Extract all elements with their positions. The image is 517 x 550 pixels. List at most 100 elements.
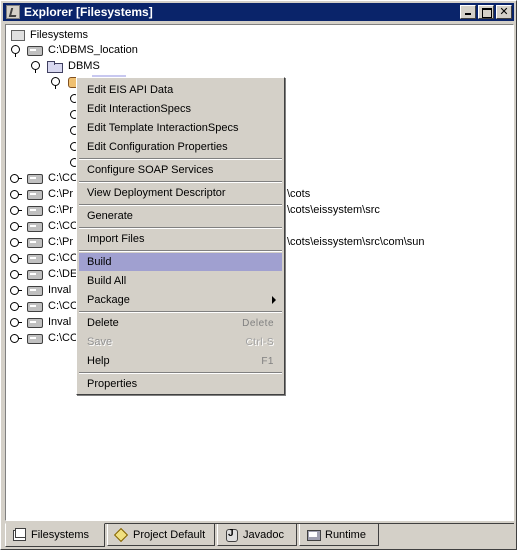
expand-handle[interactable] [10, 268, 22, 280]
menu-item-label: Delete [87, 317, 119, 329]
tree-node-filesystem[interactable]: C:\Pr [10, 186, 73, 202]
filesystem-icon [26, 301, 44, 312]
tab-label: Project Default [133, 528, 206, 541]
tree-node-dbms[interactable]: DBMS [30, 58, 100, 74]
tree-node-label: DBMS [68, 60, 100, 72]
tab-javadoc[interactable]: Javadoc [217, 524, 297, 546]
menu-item-view-deployment-descriptor[interactable]: View Deployment Descriptor [79, 184, 282, 202]
tree-node-filesystem[interactable]: Inval [10, 282, 71, 298]
expand-handle[interactable] [50, 76, 62, 89]
path-suffix-text: \cots [287, 188, 311, 200]
expand-handle[interactable] [10, 220, 22, 232]
filesystem-icon [26, 45, 44, 56]
filesystem-icon [26, 189, 44, 200]
tree-node-label: C:\CO [48, 332, 79, 344]
tree-node-filesystem[interactable]: Inval [10, 314, 71, 330]
maximize-button[interactable] [478, 5, 494, 19]
menu-separator [79, 250, 282, 252]
expand-handle[interactable] [30, 60, 42, 73]
expand-handle[interactable] [10, 284, 22, 296]
expand-handle[interactable] [10, 252, 22, 264]
menu-item-label: Save [87, 336, 113, 348]
tree-node-path-suffix: \cots\eissystem\src [287, 202, 380, 218]
expand-handle[interactable] [10, 44, 22, 57]
tree-node-filesystem[interactable]: C:\DE [10, 266, 77, 282]
menu-item-import-files[interactable]: Import Files [79, 230, 282, 248]
tree-node-filesystem[interactable]: C:\Pr [10, 234, 73, 250]
tree-node-label: Inval [48, 284, 72, 296]
menu-item-properties[interactable]: Properties [79, 375, 282, 393]
filesystem-icon [26, 269, 44, 280]
menu-item-edit-template-interactionspecs[interactable]: Edit Template InteractionSpecs [79, 119, 282, 137]
tab-filesystems[interactable]: Filesystems [5, 523, 105, 547]
expand-handle[interactable] [10, 172, 22, 184]
menu-item-package[interactable]: Package [79, 291, 282, 309]
menu-item-generate[interactable]: Generate [79, 207, 282, 225]
close-button[interactable]: ✕ [496, 5, 512, 19]
menu-item-label: Build All [87, 275, 127, 287]
project-icon [114, 528, 128, 542]
tree-node-label: Inval [48, 316, 72, 328]
tab-runtime[interactable]: Runtime [299, 524, 379, 546]
menu-item-delete[interactable]: Delete Delete [79, 314, 282, 332]
explorer-app-icon [6, 5, 20, 19]
filesystem-icon [26, 221, 44, 232]
menu-item-label: Edit EIS API Data [87, 84, 174, 96]
tree-node-dbms-location[interactable]: C:\DBMS_location [10, 42, 138, 58]
menu-item-label: Import Files [87, 233, 145, 245]
menu-item-label: Package [87, 294, 130, 306]
menu-item-label: Build [87, 256, 112, 268]
menu-item-label: Edit Configuration Properties [87, 141, 228, 153]
tree-node-filesystem[interactable]: C:\Pr [10, 202, 73, 218]
tree-node-filesystem[interactable]: C:\CO [10, 218, 79, 234]
javadoc-icon [224, 528, 238, 542]
menu-item-shortcut: Delete [242, 317, 274, 329]
expand-handle[interactable] [10, 188, 22, 200]
menu-item-label: Edit InteractionSpecs [87, 103, 191, 115]
explorer-tabs: Filesystems Project Default Javadoc Runt… [5, 523, 514, 547]
context-menu: Edit EIS API Data Edit InteractionSpecs … [76, 77, 285, 395]
tree-node-label: C:\CO [48, 252, 79, 264]
filesystem-icon [26, 285, 44, 296]
tree-node-filesystem[interactable]: C:\CO [10, 170, 79, 186]
filesystem-icon [26, 173, 44, 184]
tree-node-filesystem[interactable]: C:\CO [10, 298, 79, 314]
filesystem-icon [26, 237, 44, 248]
filesystem-icon [26, 205, 44, 216]
path-suffix-text: \cots\eissystem\src\com\sun [287, 236, 425, 248]
menu-item-shortcut: F1 [261, 355, 274, 367]
menu-separator [79, 227, 282, 229]
minimize-button[interactable] [460, 5, 476, 19]
expand-handle[interactable] [10, 300, 22, 312]
menu-separator [79, 372, 282, 374]
tab-label: Javadoc [243, 528, 284, 541]
menu-item-edit-interactionspecs[interactable]: Edit InteractionSpecs [79, 100, 282, 118]
tab-project-default[interactable]: Project Default [107, 524, 215, 546]
expand-handle[interactable] [10, 236, 22, 248]
tree-node-label: C:\Pr [48, 188, 74, 200]
menu-item-build-all[interactable]: Build All [79, 272, 282, 290]
menu-item-build[interactable]: Build [79, 253, 282, 271]
expand-handle[interactable] [10, 332, 22, 344]
tree-node-filesystem[interactable]: C:\CO [10, 330, 79, 346]
path-suffix-text: \cots\eissystem\src [287, 204, 380, 216]
menu-item-label: Edit Template InteractionSpecs [87, 122, 239, 134]
tree-root[interactable]: Filesystems [10, 27, 88, 43]
tree-node-label: C:\Pr [48, 204, 74, 216]
menu-item-edit-eis-api-data[interactable]: Edit EIS API Data [79, 81, 282, 99]
filesystem-icon [26, 333, 44, 344]
tab-label: Filesystems [31, 529, 90, 541]
tab-label: Runtime [325, 528, 366, 541]
menu-item-label: View Deployment Descriptor [87, 187, 226, 199]
menu-item-label: Properties [87, 378, 138, 390]
expand-handle[interactable] [10, 316, 22, 328]
tree-node-path-suffix: \cots [287, 186, 310, 202]
menu-item-edit-configuration-properties[interactable]: Edit Configuration Properties [79, 138, 282, 156]
expand-handle[interactable] [10, 204, 22, 216]
title-bar[interactable]: Explorer [Filesystems] ✕ [3, 3, 514, 21]
tree-node-filesystem[interactable]: C:\CO [10, 250, 79, 266]
menu-item-configure-soap[interactable]: Configure SOAP Services [79, 161, 282, 179]
menu-item-help[interactable]: Help F1 [79, 352, 282, 370]
folder-icon [46, 60, 64, 73]
explorer-window: Explorer [Filesystems] ✕ Filesystems C:\… [0, 0, 517, 550]
